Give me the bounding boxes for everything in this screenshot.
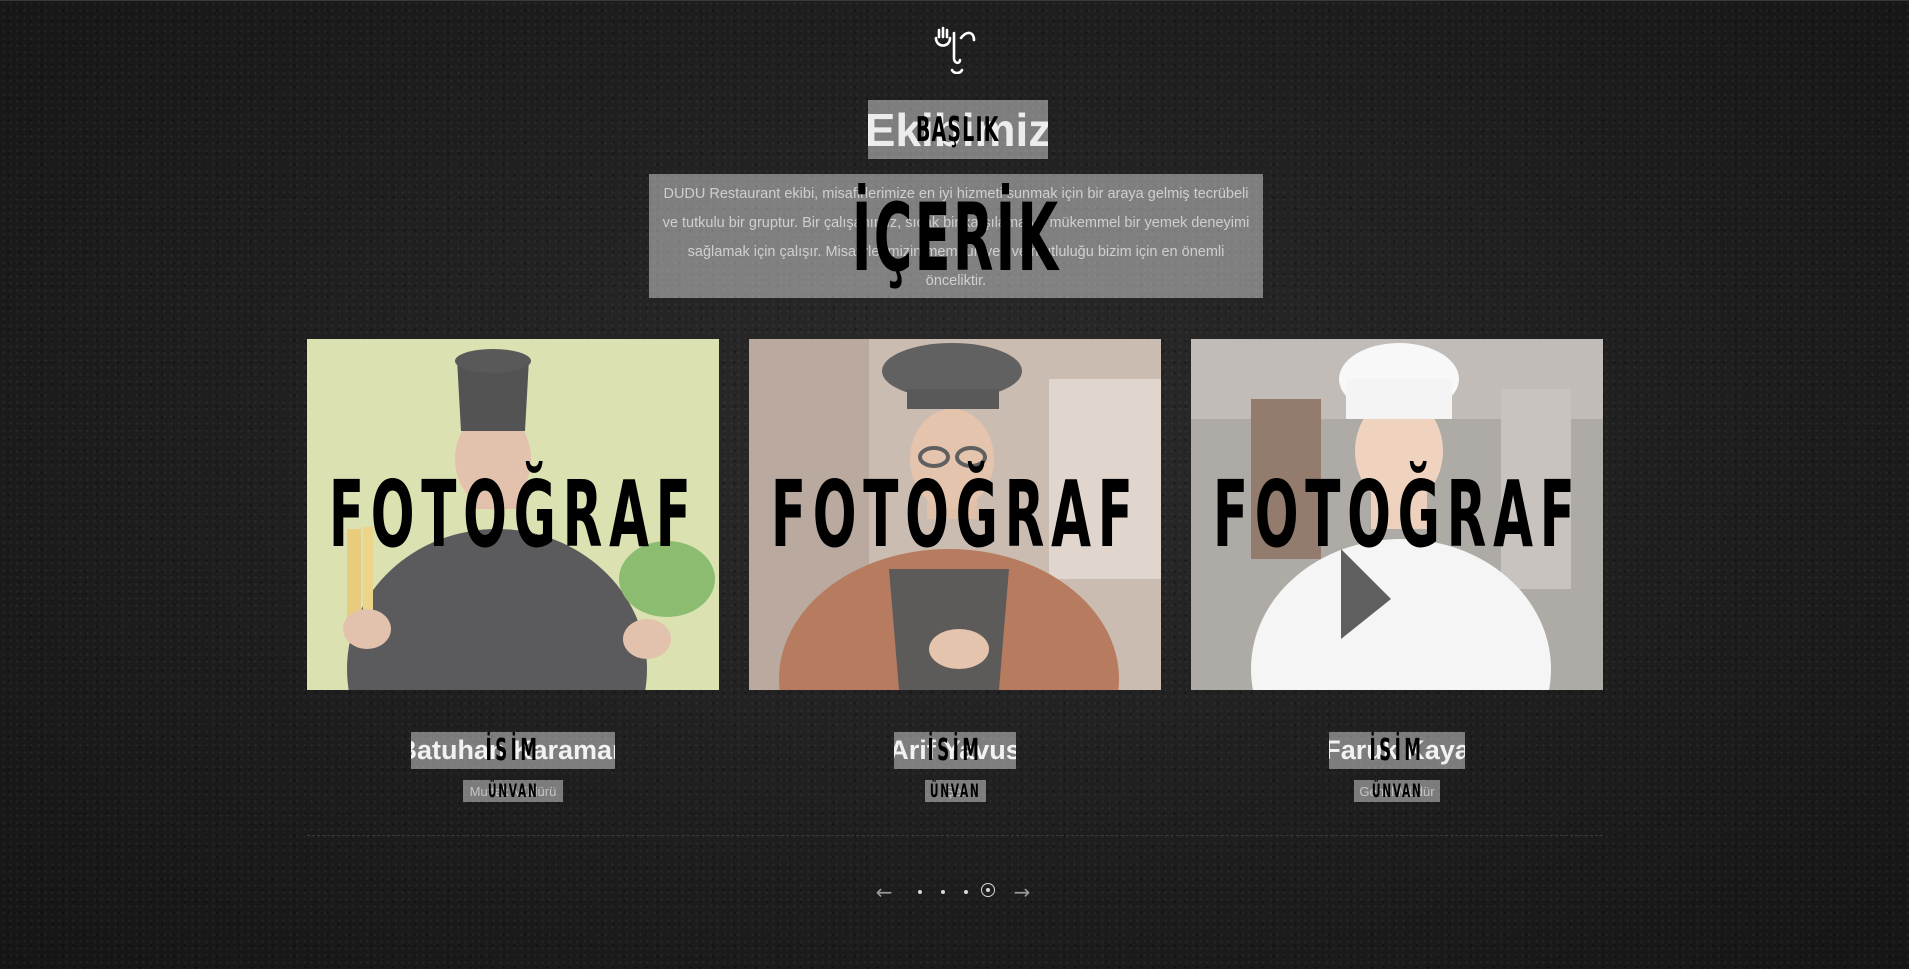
member-title: Mutfak Müdürü ÜNVAN — [463, 780, 563, 802]
photo-placeholder-label: FOTOĞRAF — [328, 461, 698, 568]
team-card[interactable]: FOTOĞRAF — [1191, 339, 1603, 690]
team-card[interactable]: FOTOĞRAF — [307, 339, 719, 690]
arrow-right-icon[interactable]: → — [1010, 880, 1034, 904]
title-placeholder-label: ÜNVAN — [487, 780, 539, 802]
photo-placeholder: FOTOĞRAF — [1191, 339, 1603, 690]
intro-placeholder-label: İÇERİK — [851, 183, 1061, 293]
slider-navigation: ← → — [872, 880, 1038, 904]
section-divider — [307, 835, 1603, 836]
intro-paragraph: DUDU Restaurant ekibi, misafirlerimize e… — [649, 174, 1263, 298]
name-placeholder-label: İSİM — [485, 733, 541, 768]
name-placeholder-label: İSİM — [1369, 733, 1425, 768]
team-photo: FOTOĞRAF — [1191, 339, 1603, 690]
member-title: Genel Müdür ÜNVAN — [1354, 780, 1440, 802]
top-border — [0, 0, 1909, 1]
title-placeholder-label: ÜNVAN — [1371, 780, 1423, 802]
section-heading: Ekibimiz BAŞLIK — [868, 100, 1048, 159]
slider-dot[interactable] — [941, 890, 945, 894]
heading-placeholder-label: BAŞLIK — [916, 109, 1000, 150]
logo-icon — [934, 26, 976, 75]
photo-placeholder: FOTOĞRAF — [749, 339, 1161, 690]
title-placeholder-label: ÜNVAN — [930, 780, 981, 802]
name-placeholder-label: İSİM — [927, 733, 983, 768]
member-name: Arif Yavus İSİM — [894, 732, 1016, 769]
photo-placeholder-label: FOTOĞRAF — [1212, 461, 1582, 568]
slider-dot[interactable] — [964, 890, 968, 894]
team-photo: FOTOĞRAF — [749, 339, 1161, 690]
photo-placeholder-label: FOTOĞRAF — [770, 461, 1140, 568]
photo-placeholder: FOTOĞRAF — [307, 339, 719, 690]
arrow-left-icon[interactable]: ← — [872, 880, 896, 904]
slider-dot-active[interactable] — [981, 883, 995, 897]
member-name: Batuhan Karaman İSİM — [411, 732, 615, 769]
slider-dot[interactable] — [918, 890, 922, 894]
member-title: Şef ÜNVAN — [925, 780, 986, 802]
team-card[interactable]: FOTOĞRAF — [749, 339, 1161, 690]
restaurant-logo[interactable] — [930, 24, 982, 75]
team-photo: FOTOĞRAF — [307, 339, 719, 690]
member-name: Faruk Kaya İSİM — [1329, 732, 1465, 769]
